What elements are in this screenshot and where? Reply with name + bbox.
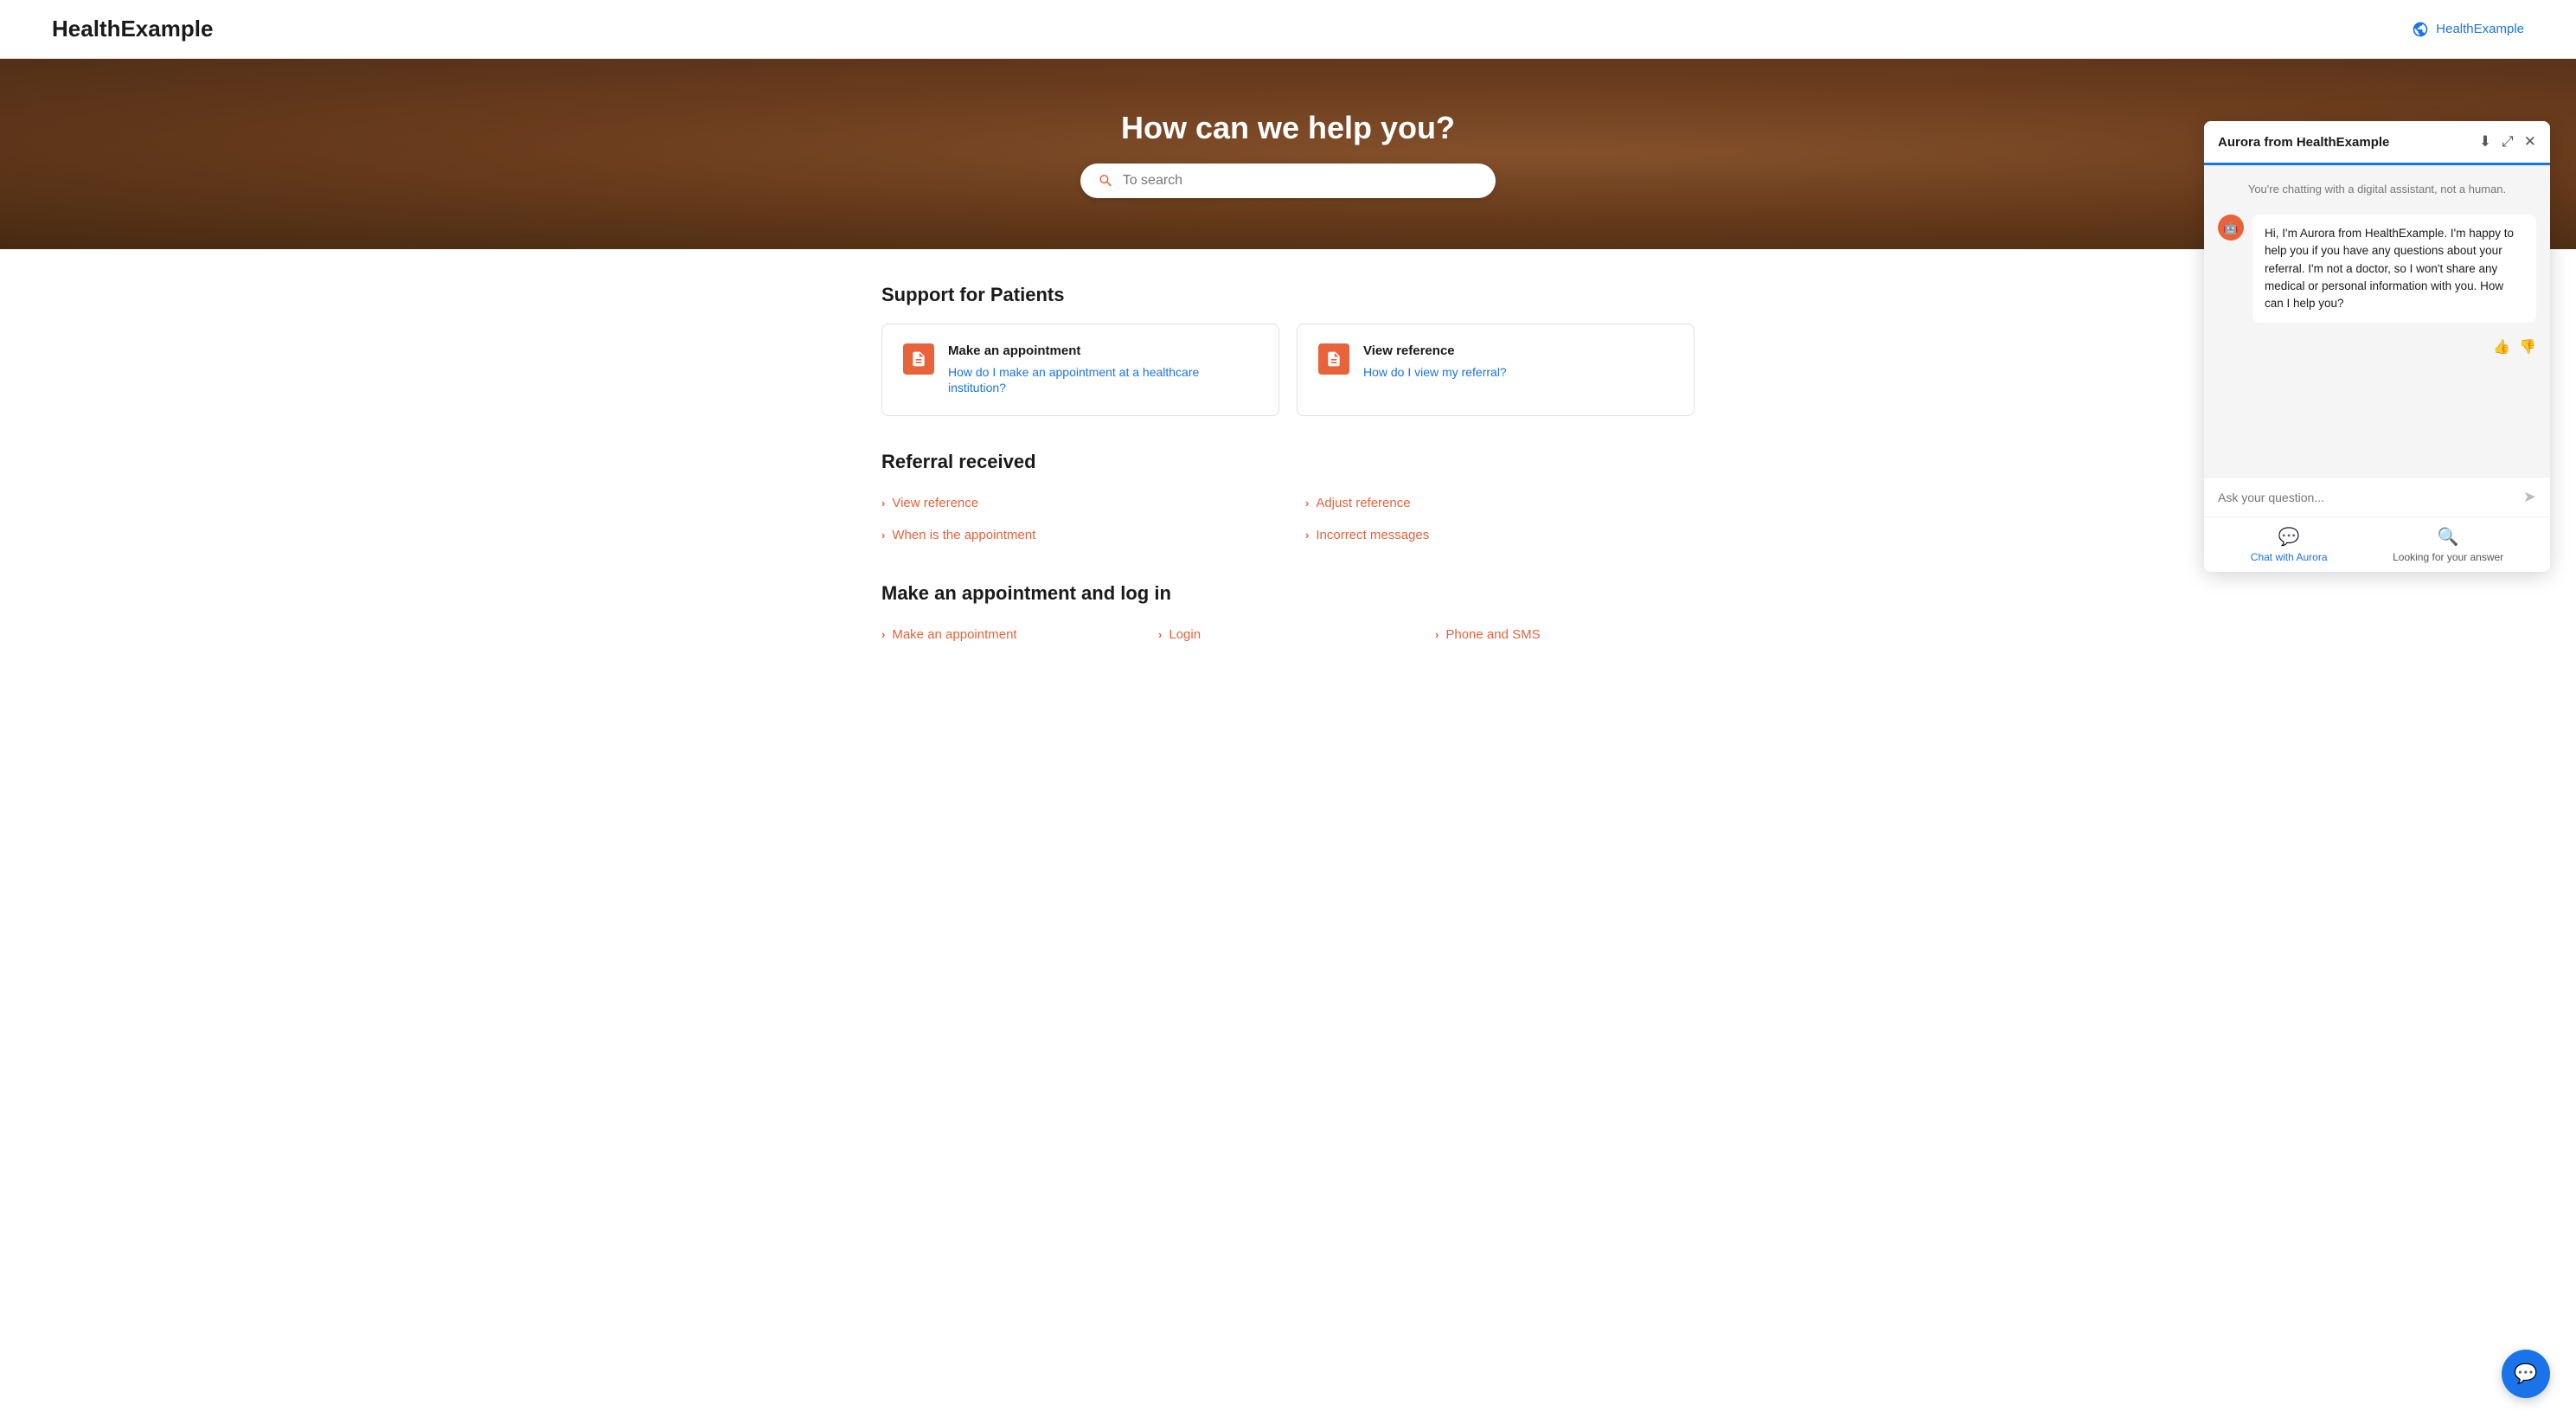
card-link-appointment[interactable]: How do I make an appointment at a health…: [948, 365, 1199, 394]
card-make-appointment[interactable]: Make an appointment How do I make an app…: [881, 324, 1279, 416]
header: HealthExample HealthExample: [0, 0, 2576, 59]
chat-title: Aurora from HealthExample: [2218, 135, 2389, 150]
referral-links-grid: › View reference › Adjust reference › Wh…: [881, 491, 1695, 548]
link-make-appointment[interactable]: › Make an appointment: [881, 622, 1141, 647]
send-button[interactable]: ➤: [2523, 488, 2536, 506]
support-section-title: Support for Patients: [881, 284, 1695, 306]
search-footer-icon: 🔍: [2438, 526, 2459, 548]
support-cards: Make an appointment How do I make an app…: [881, 324, 1695, 416]
globe-icon: [2412, 21, 2429, 38]
chat-header-actions: ⬇ ⤢ ✕: [2479, 133, 2536, 151]
chevron-icon-3: ›: [881, 529, 885, 542]
hero-title: How can we help you?: [1121, 110, 1455, 146]
link-adjust-reference[interactable]: › Adjust reference: [1305, 491, 1695, 516]
card-view-reference[interactable]: View reference How do I view my referral…: [1297, 324, 1695, 416]
link-phone-sms[interactable]: › Phone and SMS: [1435, 622, 1695, 647]
chat-widget: Aurora from HealthExample ⬇ ⤢ ✕ You're c…: [2204, 121, 2550, 572]
search-input[interactable]: [1123, 173, 1478, 189]
download-icon[interactable]: ⬇: [2479, 133, 2491, 151]
link-label-make-appointment: Make an appointment: [892, 627, 1016, 642]
appointment-links-grid: › Make an appointment › Login › Phone an…: [881, 622, 1695, 647]
chat-footer-search-label: Looking for your answer: [2393, 551, 2503, 563]
link-label-adjust-reference: Adjust reference: [1316, 496, 1410, 510]
header-nav-label[interactable]: HealthExample: [2436, 22, 2524, 36]
thumbup-icon[interactable]: 👍: [2493, 338, 2510, 356]
card-title-reference: View reference: [1363, 343, 1507, 358]
chat-message: 🤖 Hi, I'm Aurora from HealthExample. I'm…: [2218, 215, 2536, 323]
chevron-icon-1: ›: [881, 497, 885, 510]
chat-input-area: ➤: [2204, 477, 2550, 516]
chat-header: Aurora from HealthExample ⬇ ⤢ ✕: [2204, 121, 2550, 165]
floating-chat-button[interactable]: 💬: [2502, 1350, 2550, 1398]
main-content: Support for Patients Make an appointment…: [830, 249, 1746, 699]
link-label-when-appointment: When is the appointment: [892, 528, 1035, 542]
card-title-appointment: Make an appointment: [948, 343, 1258, 358]
chat-body: You're chatting with a digital assistant…: [2204, 165, 2550, 477]
link-login[interactable]: › Login: [1158, 622, 1418, 647]
document-icon: [910, 350, 927, 368]
appointment-login-section: Make an appointment and log in › Make an…: [881, 582, 1695, 647]
search-bar[interactable]: [1080, 164, 1496, 198]
referral-section: Referral received › View reference › Adj…: [881, 451, 1695, 548]
appointment-login-title: Make an appointment and log in: [881, 582, 1695, 605]
chat-footer-chat[interactable]: 💬 Chat with Aurora: [2251, 526, 2328, 563]
document-icon-2: [1325, 350, 1342, 368]
link-view-reference[interactable]: › View reference: [881, 491, 1271, 516]
chat-footer-chat-label: Chat with Aurora: [2251, 551, 2328, 563]
card-icon-appointment: [903, 343, 934, 375]
chat-feedback: 👍 👎: [2218, 338, 2536, 356]
chevron-icon-5: ›: [881, 628, 885, 641]
chat-input[interactable]: [2218, 491, 2515, 504]
link-label-phone-sms: Phone and SMS: [1445, 627, 1540, 642]
card-content-appointment: Make an appointment How do I make an app…: [948, 343, 1258, 396]
chat-avatar: 🤖: [2218, 215, 2244, 241]
expand-icon[interactable]: ⤢: [2502, 133, 2514, 151]
card-link-reference[interactable]: How do I view my referral?: [1363, 365, 1507, 379]
chevron-icon-2: ›: [1305, 497, 1309, 510]
referral-section-title: Referral received: [881, 451, 1695, 473]
link-when-appointment[interactable]: › When is the appointment: [881, 523, 1271, 548]
chevron-icon-4: ›: [1305, 529, 1309, 542]
chat-footer: 💬 Chat with Aurora 🔍 Looking for your an…: [2204, 516, 2550, 572]
chevron-icon-7: ›: [1435, 628, 1439, 641]
chevron-icon-6: ›: [1158, 628, 1162, 641]
hero-section: How can we help you?: [0, 59, 2576, 249]
card-icon-reference: [1318, 343, 1349, 375]
link-label-incorrect-messages: Incorrect messages: [1316, 528, 1429, 542]
link-incorrect-messages[interactable]: › Incorrect messages: [1305, 523, 1695, 548]
chat-bubble-icon: 💬: [2278, 526, 2300, 548]
search-icon: [1098, 172, 1114, 189]
thumbdown-icon[interactable]: 👎: [2519, 338, 2536, 356]
link-label-view-reference: View reference: [892, 496, 978, 510]
close-icon[interactable]: ✕: [2524, 133, 2536, 151]
header-nav-link[interactable]: HealthExample: [2412, 21, 2524, 38]
floating-chat-icon: 💬: [2514, 1363, 2537, 1385]
chat-notice: You're chatting with a digital assistant…: [2218, 183, 2536, 196]
card-content-reference: View reference How do I view my referral…: [1363, 343, 1507, 381]
chat-footer-search[interactable]: 🔍 Looking for your answer: [2393, 526, 2503, 563]
link-label-login: Login: [1169, 627, 1201, 642]
chat-bubble: Hi, I'm Aurora from HealthExample. I'm h…: [2252, 215, 2536, 323]
site-logo: HealthExample: [52, 16, 213, 42]
